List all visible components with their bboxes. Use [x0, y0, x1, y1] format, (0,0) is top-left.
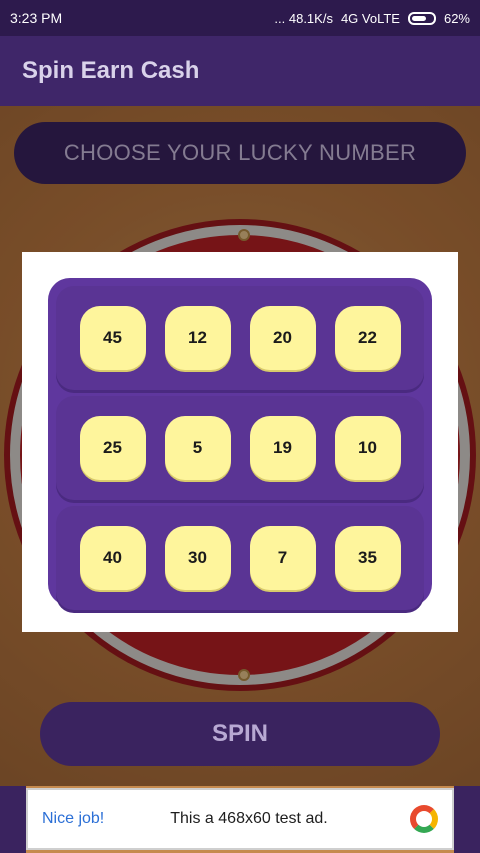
ad-body-text: This a 468x60 test ad. — [170, 810, 328, 827]
number-grid: 45 12 20 22 25 5 19 10 40 30 7 35 — [48, 278, 432, 610]
ad-side-left — [0, 786, 26, 853]
number-button[interactable]: 20 — [249, 306, 316, 370]
number-button[interactable]: 30 — [164, 526, 231, 590]
number-button[interactable]: 22 — [334, 306, 401, 370]
number-button[interactable]: 25 — [79, 416, 146, 480]
ad-nice-job-text: Nice job! — [42, 810, 105, 827]
number-row: 40 30 7 35 — [56, 506, 424, 610]
network-label: 4G VoLTE — [340, 10, 400, 26]
number-button[interactable]: 10 — [334, 416, 401, 480]
number-button[interactable]: 19 — [249, 416, 316, 480]
ad-logo-icon — [410, 805, 438, 833]
status-time: 3:23 PM — [10, 10, 63, 26]
spin-button[interactable]: SPIN — [40, 702, 440, 766]
app-title: Spin Earn Cash — [22, 57, 200, 84]
number-row: 45 12 20 22 — [56, 286, 424, 390]
number-button[interactable]: 40 — [79, 526, 146, 590]
number-button[interactable]: 45 — [79, 306, 146, 370]
test-ad-banner[interactable]: Nice job! This a 468x60 test ad. — [26, 788, 454, 850]
status-bar: 3:23 PM ... 48.1K/s 4G VoLTE 62% — [0, 0, 480, 36]
number-button[interactable]: 12 — [164, 306, 231, 370]
network-speed: ... 48.1K/s — [274, 10, 333, 26]
number-row: 25 5 19 10 — [56, 396, 424, 500]
number-button[interactable]: 5 — [164, 416, 231, 480]
battery-level: 62% — [443, 10, 470, 26]
battery-icon — [407, 11, 436, 25]
ad-side-right — [454, 786, 480, 853]
number-button[interactable]: 7 — [249, 526, 316, 590]
app-bar: Spin Earn Cash — [0, 36, 480, 106]
status-right: ... 48.1K/s 4G VoLTE 62% — [274, 11, 470, 26]
number-picker-dialog: 45 12 20 22 25 5 19 10 40 30 7 35 — [22, 252, 458, 632]
number-button[interactable]: 35 — [334, 526, 401, 590]
